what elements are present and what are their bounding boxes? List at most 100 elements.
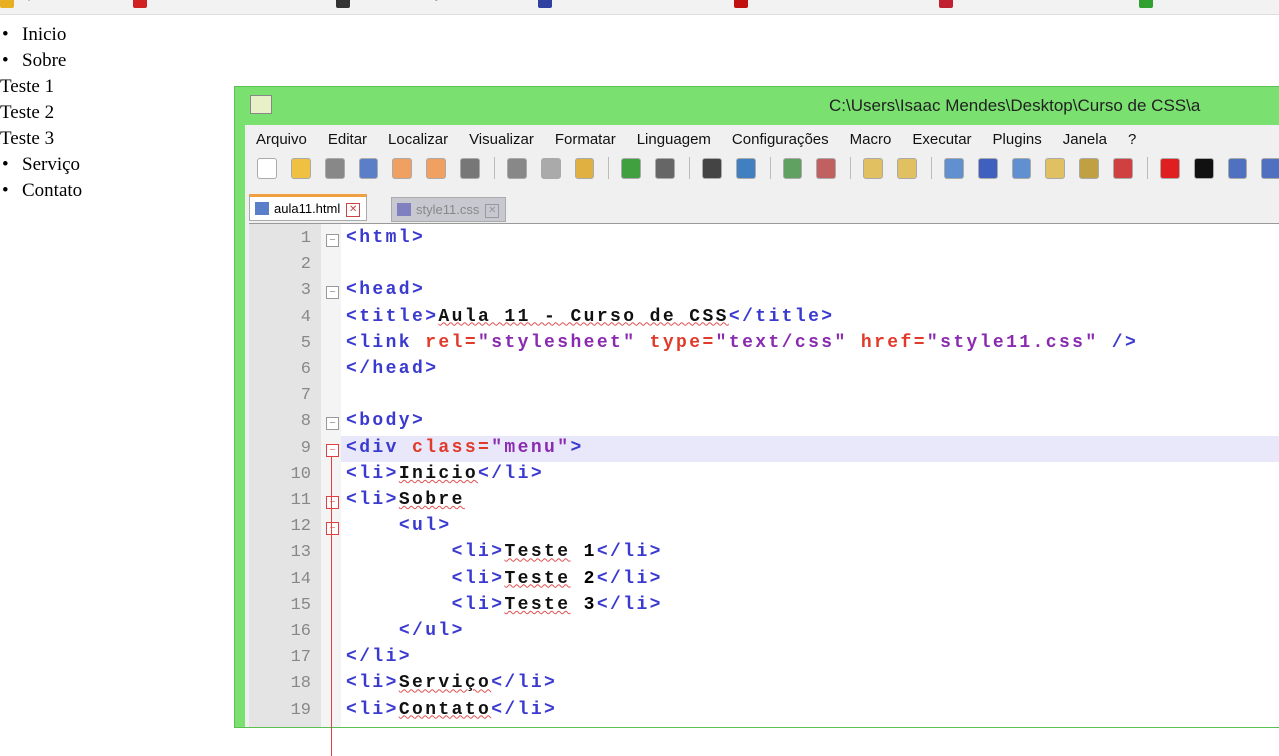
line-number: 13 xyxy=(290,543,311,563)
tab-aula11-html[interactable]: aula11.html ✕ xyxy=(249,194,368,221)
code-token: <li> xyxy=(451,568,505,589)
menu-item-arquivo[interactable]: Arquivo xyxy=(256,131,307,148)
code-token: </li> xyxy=(491,699,558,720)
bookmark-item[interactable]: I xyxy=(1139,0,1188,8)
find-icon[interactable] xyxy=(701,157,722,179)
show-all-chars-icon[interactable] xyxy=(977,157,998,179)
menu-item-plugins[interactable]: Plugins xyxy=(993,131,1042,148)
menu-item-executar[interactable]: Executar xyxy=(912,131,971,148)
toolbar-separator xyxy=(930,157,932,179)
redo-icon[interactable] xyxy=(655,157,675,179)
bookmark-label: The Pirate Bay - The... xyxy=(355,0,486,1)
sync-v-icon[interactable] xyxy=(863,157,884,179)
save-file-icon xyxy=(255,202,269,215)
close-tab-icon[interactable]: ✕ xyxy=(346,202,361,217)
paste-icon[interactable] xyxy=(574,157,595,179)
code-token: 1 xyxy=(570,542,597,563)
code-token: Inicio xyxy=(398,463,479,484)
menu-bar: Arquivo Editar Localizar Visualizar Formatar… xyxy=(245,125,1279,153)
fold-toggle-icon[interactable]: − xyxy=(326,417,339,431)
close-icon[interactable] xyxy=(392,157,413,179)
sync-h-icon[interactable] xyxy=(897,157,917,179)
menu-item-macro[interactable]: Macro xyxy=(850,131,892,148)
menu-item-janela[interactable]: Janela xyxy=(1063,131,1107,148)
app-icon xyxy=(250,95,272,114)
save-all-icon[interactable] xyxy=(358,157,379,179)
fold-toggle-icon[interactable]: − xyxy=(326,286,339,300)
menu-item-localizar[interactable]: Localizar xyxy=(388,131,448,148)
code-token: <link xyxy=(346,332,426,353)
toolbar-separator xyxy=(493,157,495,179)
code-line: <div class="menu"> xyxy=(346,438,584,458)
tab-label: aula11.html xyxy=(274,201,341,216)
new-file-icon[interactable] xyxy=(257,157,277,179)
toolbar-separator xyxy=(1146,157,1148,179)
bookmark-item[interactable]: DVD PG - Eu Sou Liv... xyxy=(733,0,913,8)
open-file-icon[interactable] xyxy=(290,157,311,179)
bookmark-item[interactable]: The Pirate Bay - The... xyxy=(336,0,512,8)
menu-item-editar[interactable]: Editar xyxy=(328,131,367,148)
doc-map-icon[interactable] xyxy=(1045,157,1066,179)
code-line: <li>Contato</li> xyxy=(346,700,557,720)
code-token: class= xyxy=(412,437,492,458)
close-tab-icon[interactable]: ✕ xyxy=(485,203,500,218)
menu-item-visualizar[interactable]: Visualizar xyxy=(469,131,534,148)
replace-icon[interactable] xyxy=(735,157,756,179)
function-list-icon[interactable] xyxy=(1079,157,1100,179)
code-token: rel= xyxy=(425,332,479,353)
tab-style11-css[interactable]: style11.css ✕ xyxy=(391,197,507,222)
fold-toggle-icon[interactable]: − xyxy=(326,234,339,247)
play-macro-icon[interactable] xyxy=(1227,157,1248,179)
bookmark-item[interactable]: Bradesco Financiam... xyxy=(939,0,1113,8)
code-line: <li>Teste 3</li> xyxy=(346,595,663,615)
fold-toggle-icon[interactable]: − xyxy=(326,496,339,509)
menu-item-linguagem[interactable]: Linguagem xyxy=(637,131,711,148)
word-wrap-icon[interactable] xyxy=(943,157,964,179)
code-editor[interactable]: 1 2 3 4 5 6 7 8 9 10 11 12 13 14 15 16 17 18 19 − <html> − <h… xyxy=(249,223,1279,756)
undo-icon[interactable] xyxy=(621,157,642,179)
code-token: Teste xyxy=(504,568,571,589)
toolbar-separator xyxy=(850,157,852,179)
line-number: 15 xyxy=(290,595,311,615)
code-line: </head> xyxy=(346,359,438,379)
bookmark-label: Currículo do Sistem... xyxy=(557,0,682,1)
stop-record-icon[interactable] xyxy=(1193,157,1214,179)
bookmark-favicon-icon xyxy=(336,0,351,8)
indent-guide-icon[interactable] xyxy=(1011,157,1032,179)
menu-item-configuraes[interactable]: Configurações xyxy=(732,131,829,148)
run-macro-multiple-icon[interactable] xyxy=(1261,157,1279,179)
close-all-icon[interactable] xyxy=(426,157,447,179)
code-token: "text/css" xyxy=(715,332,861,353)
cut-icon[interactable] xyxy=(506,157,527,179)
fold-toggle-icon[interactable]: − xyxy=(326,522,339,536)
line-number: 2 xyxy=(300,255,311,275)
code-token: type= xyxy=(649,332,716,353)
line-number: 17 xyxy=(290,648,311,668)
code-token: <div xyxy=(346,437,413,458)
fold-toggle-icon[interactable]: − xyxy=(326,443,339,457)
line-number: 11 xyxy=(290,491,311,510)
bookmark-label: DVD PG - Eu Sou Liv... xyxy=(753,0,887,1)
menu-item-?[interactable]: ? xyxy=(1128,131,1136,148)
toolbar xyxy=(245,153,1279,183)
folder-workspace-icon[interactable] xyxy=(1113,157,1133,179)
code-token: Serviço xyxy=(398,673,492,694)
toolbar-separator xyxy=(769,157,771,179)
bookmark-item[interactable]: Currículo do Sistem... xyxy=(537,0,708,8)
print-icon[interactable] xyxy=(460,157,480,179)
code-token: Teste xyxy=(504,542,571,563)
record-macro-icon[interactable] xyxy=(1159,157,1180,179)
bookmark-item[interactable]: DETRAN - MG - Con... xyxy=(133,0,310,8)
copy-icon[interactable] xyxy=(540,157,561,179)
page-list-item: Contato xyxy=(0,178,82,204)
zoom-in-icon[interactable] xyxy=(782,157,803,179)
code-token: <ul> xyxy=(398,516,452,537)
save-icon[interactable] xyxy=(324,157,345,179)
menu-item-formatar[interactable]: Formatar xyxy=(555,131,616,148)
code-token: <li> xyxy=(346,673,399,694)
line-number-gutter: 1 2 3 4 5 6 7 8 9 10 11 12 13 14 15 16 17 18 19 xyxy=(249,224,321,727)
zoom-out-icon[interactable] xyxy=(816,157,837,179)
code-token: <li> xyxy=(346,463,399,484)
bookmark-item[interactable]: Aplicativos xyxy=(0,0,107,8)
